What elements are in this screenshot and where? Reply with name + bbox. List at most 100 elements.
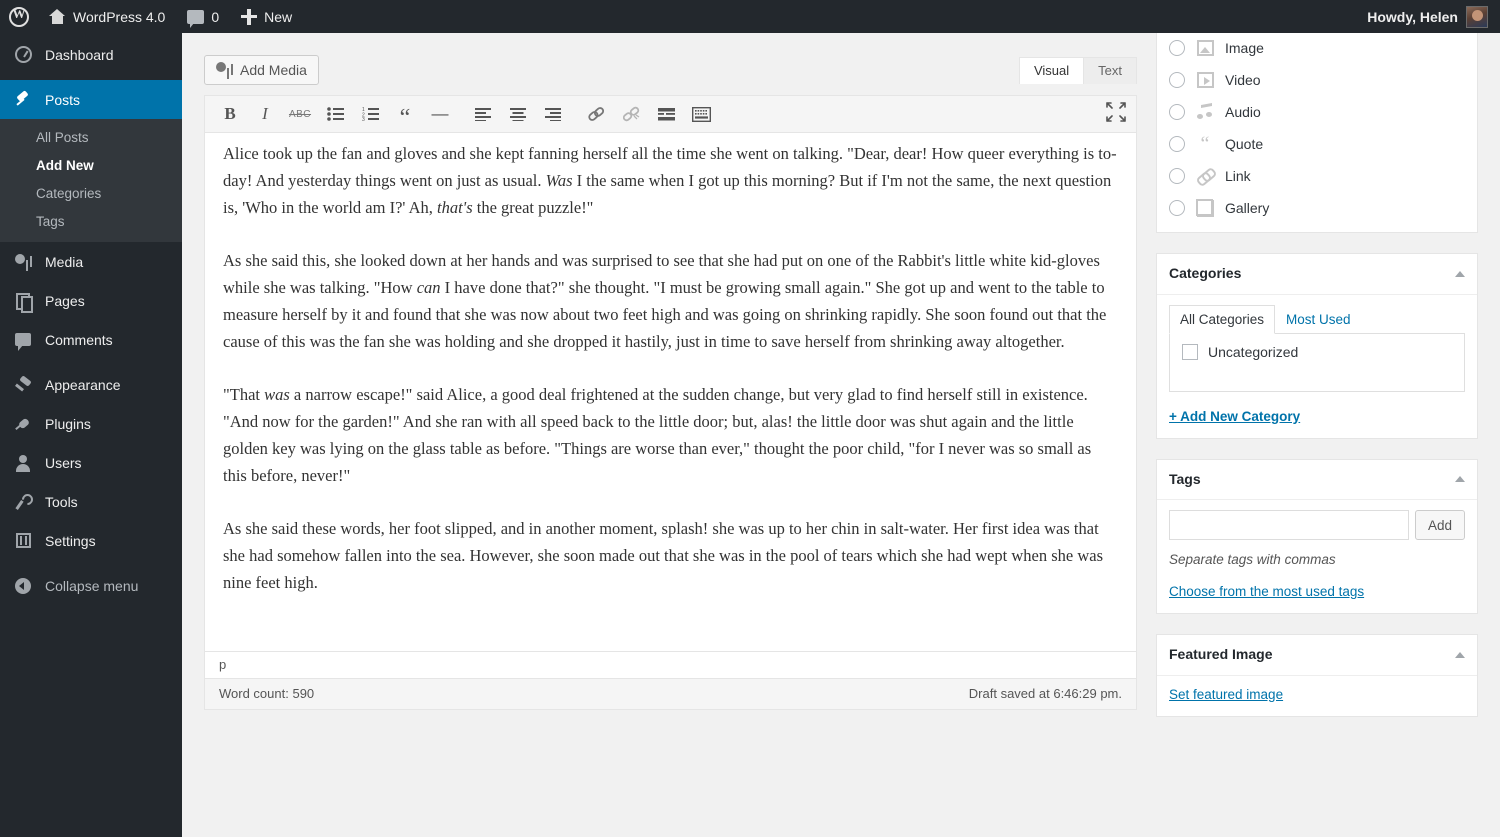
add-media-button[interactable]: Add Media [204,55,319,85]
howdy-label: Howdy, Helen [1367,8,1458,25]
tag-input[interactable] [1169,510,1409,541]
post-format-option-link[interactable]: Link [1169,160,1465,192]
tags-hint: Separate tags with commas [1169,552,1336,568]
site-name-label: WordPress 4.0 [73,8,166,25]
sidebar-item-settings[interactable]: Settings [0,521,182,560]
post-editor: Add Media Visual Text B I ABC 123 “ — Al… [204,55,1137,710]
admin-bar: WordPress 4.0 0 New Howdy, Helen [0,0,1500,33]
post-sidebar: Aside Image Video Audio “ Quote [1156,0,1478,737]
submenu-item-categories[interactable]: Categories [0,180,182,208]
editor-paragraph-3: "That was a narrow escape!" said Alice, … [223,385,1092,485]
radio-link[interactable] [1169,168,1185,184]
editor-toolbar: B I ABC 123 “ — [205,96,1136,133]
sidebar-item-label-appearance: Appearance [45,376,121,393]
sidebar-item-comments[interactable]: Comments [0,320,182,359]
sidebar-item-plugins[interactable]: Plugins [0,404,182,443]
radio-video[interactable] [1169,72,1185,88]
submenu-item-tags[interactable]: Tags [0,208,182,236]
blockquote-icon[interactable]: “ [390,101,420,130]
sidebar-item-users[interactable]: Users [0,443,182,482]
bulleted-list-icon[interactable] [320,101,350,127]
brush-icon [13,375,33,395]
avatar [1466,5,1488,28]
new-content-menu[interactable]: New [230,0,303,33]
my-account-menu[interactable]: Howdy, Helen [1367,5,1500,28]
chevron-up-icon-categories[interactable] [1455,270,1465,277]
set-featured-image-link[interactable]: Set featured image [1169,687,1283,702]
chevron-up-icon-featured-image[interactable] [1455,651,1465,658]
editor-paragraph-4: As she said these words, her foot slippe… [223,519,1104,592]
plus-icon [241,8,258,25]
post-format-option-video[interactable]: Video [1169,64,1465,96]
most-used-tags-link[interactable]: Choose from the most used tags [1169,584,1364,599]
post-format-label-image: Image [1225,40,1264,56]
bold-icon[interactable]: B [215,101,245,127]
categories-body: All Categories Most Used Uncategorized +… [1157,295,1477,438]
sidebar-item-media[interactable]: Media [0,242,182,281]
remove-link-icon[interactable] [616,101,646,127]
sidebar-item-appearance[interactable]: Appearance [0,365,182,404]
post-format-option-audio[interactable]: Audio [1169,96,1465,128]
align-right-icon[interactable] [538,101,568,127]
radio-audio[interactable] [1169,104,1185,120]
tab-text[interactable]: Text [1083,57,1137,84]
editor-paragraph-2: As she said this, she looked down at her… [223,251,1107,351]
toolbar-toggle-icon[interactable] [686,101,716,127]
tab-most-used[interactable]: Most Used [1275,305,1362,334]
featured-image-box: Featured Image Set featured image [1156,634,1478,717]
sidebar-item-dashboard[interactable]: Dashboard [0,35,182,74]
chevron-up-icon-tags[interactable] [1455,476,1465,483]
sidebar-item-tools[interactable]: Tools [0,482,182,521]
draft-saved-status: Draft saved at 6:46:29 pm. [968,686,1122,701]
numbered-list-icon[interactable]: 123 [355,101,385,127]
checkbox-uncategorized[interactable] [1182,343,1198,360]
tags-heading[interactable]: Tags [1157,460,1477,501]
post-format-box: Aside Image Video Audio “ Quote [1156,0,1478,233]
quote-icon: “ [1200,133,1210,155]
read-more-icon[interactable] [651,101,681,127]
radio-image[interactable] [1169,40,1185,56]
sidebar-item-label-dashboard: Dashboard [45,46,114,63]
italic-icon[interactable]: I [250,101,280,127]
add-new-category-link[interactable]: + Add New Category [1169,409,1300,424]
add-tag-button[interactable]: Add [1414,510,1465,541]
post-format-option-gallery[interactable]: Gallery [1169,192,1465,224]
radio-gallery[interactable] [1169,200,1185,216]
wordpress-logo-menu[interactable] [0,0,38,33]
featured-image-heading[interactable]: Featured Image [1157,635,1477,676]
editor-text-area[interactable]: Alice took up the fan and gloves and she… [205,133,1136,651]
horizontal-rule-icon[interactable]: — [425,101,455,127]
media-buttons-row: Add Media Visual Text [204,55,1137,91]
post-format-label-quote: Quote [1225,136,1264,152]
site-name-menu[interactable]: WordPress 4.0 [38,0,176,33]
gallery-icon [1195,198,1215,218]
comment-count: 0 [211,8,220,25]
collapse-menu-button[interactable]: Collapse menu [0,566,182,605]
tag-entry-row: Add [1169,510,1465,541]
category-item-uncategorized[interactable]: Uncategorized [1182,343,1452,360]
align-left-icon[interactable] [468,101,498,127]
svg-text:3: 3 [362,117,365,121]
align-center-icon[interactable] [503,101,533,127]
strikethrough-icon[interactable]: ABC [285,101,315,127]
element-path-bar[interactable]: p [205,651,1136,678]
submenu-item-all-posts[interactable]: All Posts [0,124,182,152]
distraction-free-icon[interactable] [1106,102,1126,127]
submenu-item-add-new[interactable]: Add New [0,152,182,180]
sidebar-item-label-comments: Comments [45,331,113,348]
tab-all-categories[interactable]: All Categories [1169,304,1276,334]
sidebar-item-pages[interactable]: Pages [0,281,182,320]
comments-bubble[interactable]: 0 [176,0,230,33]
insert-link-icon[interactable] [581,101,611,127]
post-format-option-quote[interactable]: “ Quote [1169,128,1465,160]
post-format-option-image[interactable]: Image [1169,32,1465,64]
categories-heading[interactable]: Categories [1157,254,1477,295]
new-label: New [264,8,293,25]
category-checklist: Uncategorized [1169,333,1465,392]
sidebar-item-posts[interactable]: Posts [0,80,182,119]
comment-icon [13,330,33,351]
radio-quote[interactable] [1169,136,1185,152]
categories-box: Categories All Categories Most Used Unca… [1156,253,1478,439]
media-icon [13,252,33,272]
tab-visual[interactable]: Visual [1018,57,1085,84]
